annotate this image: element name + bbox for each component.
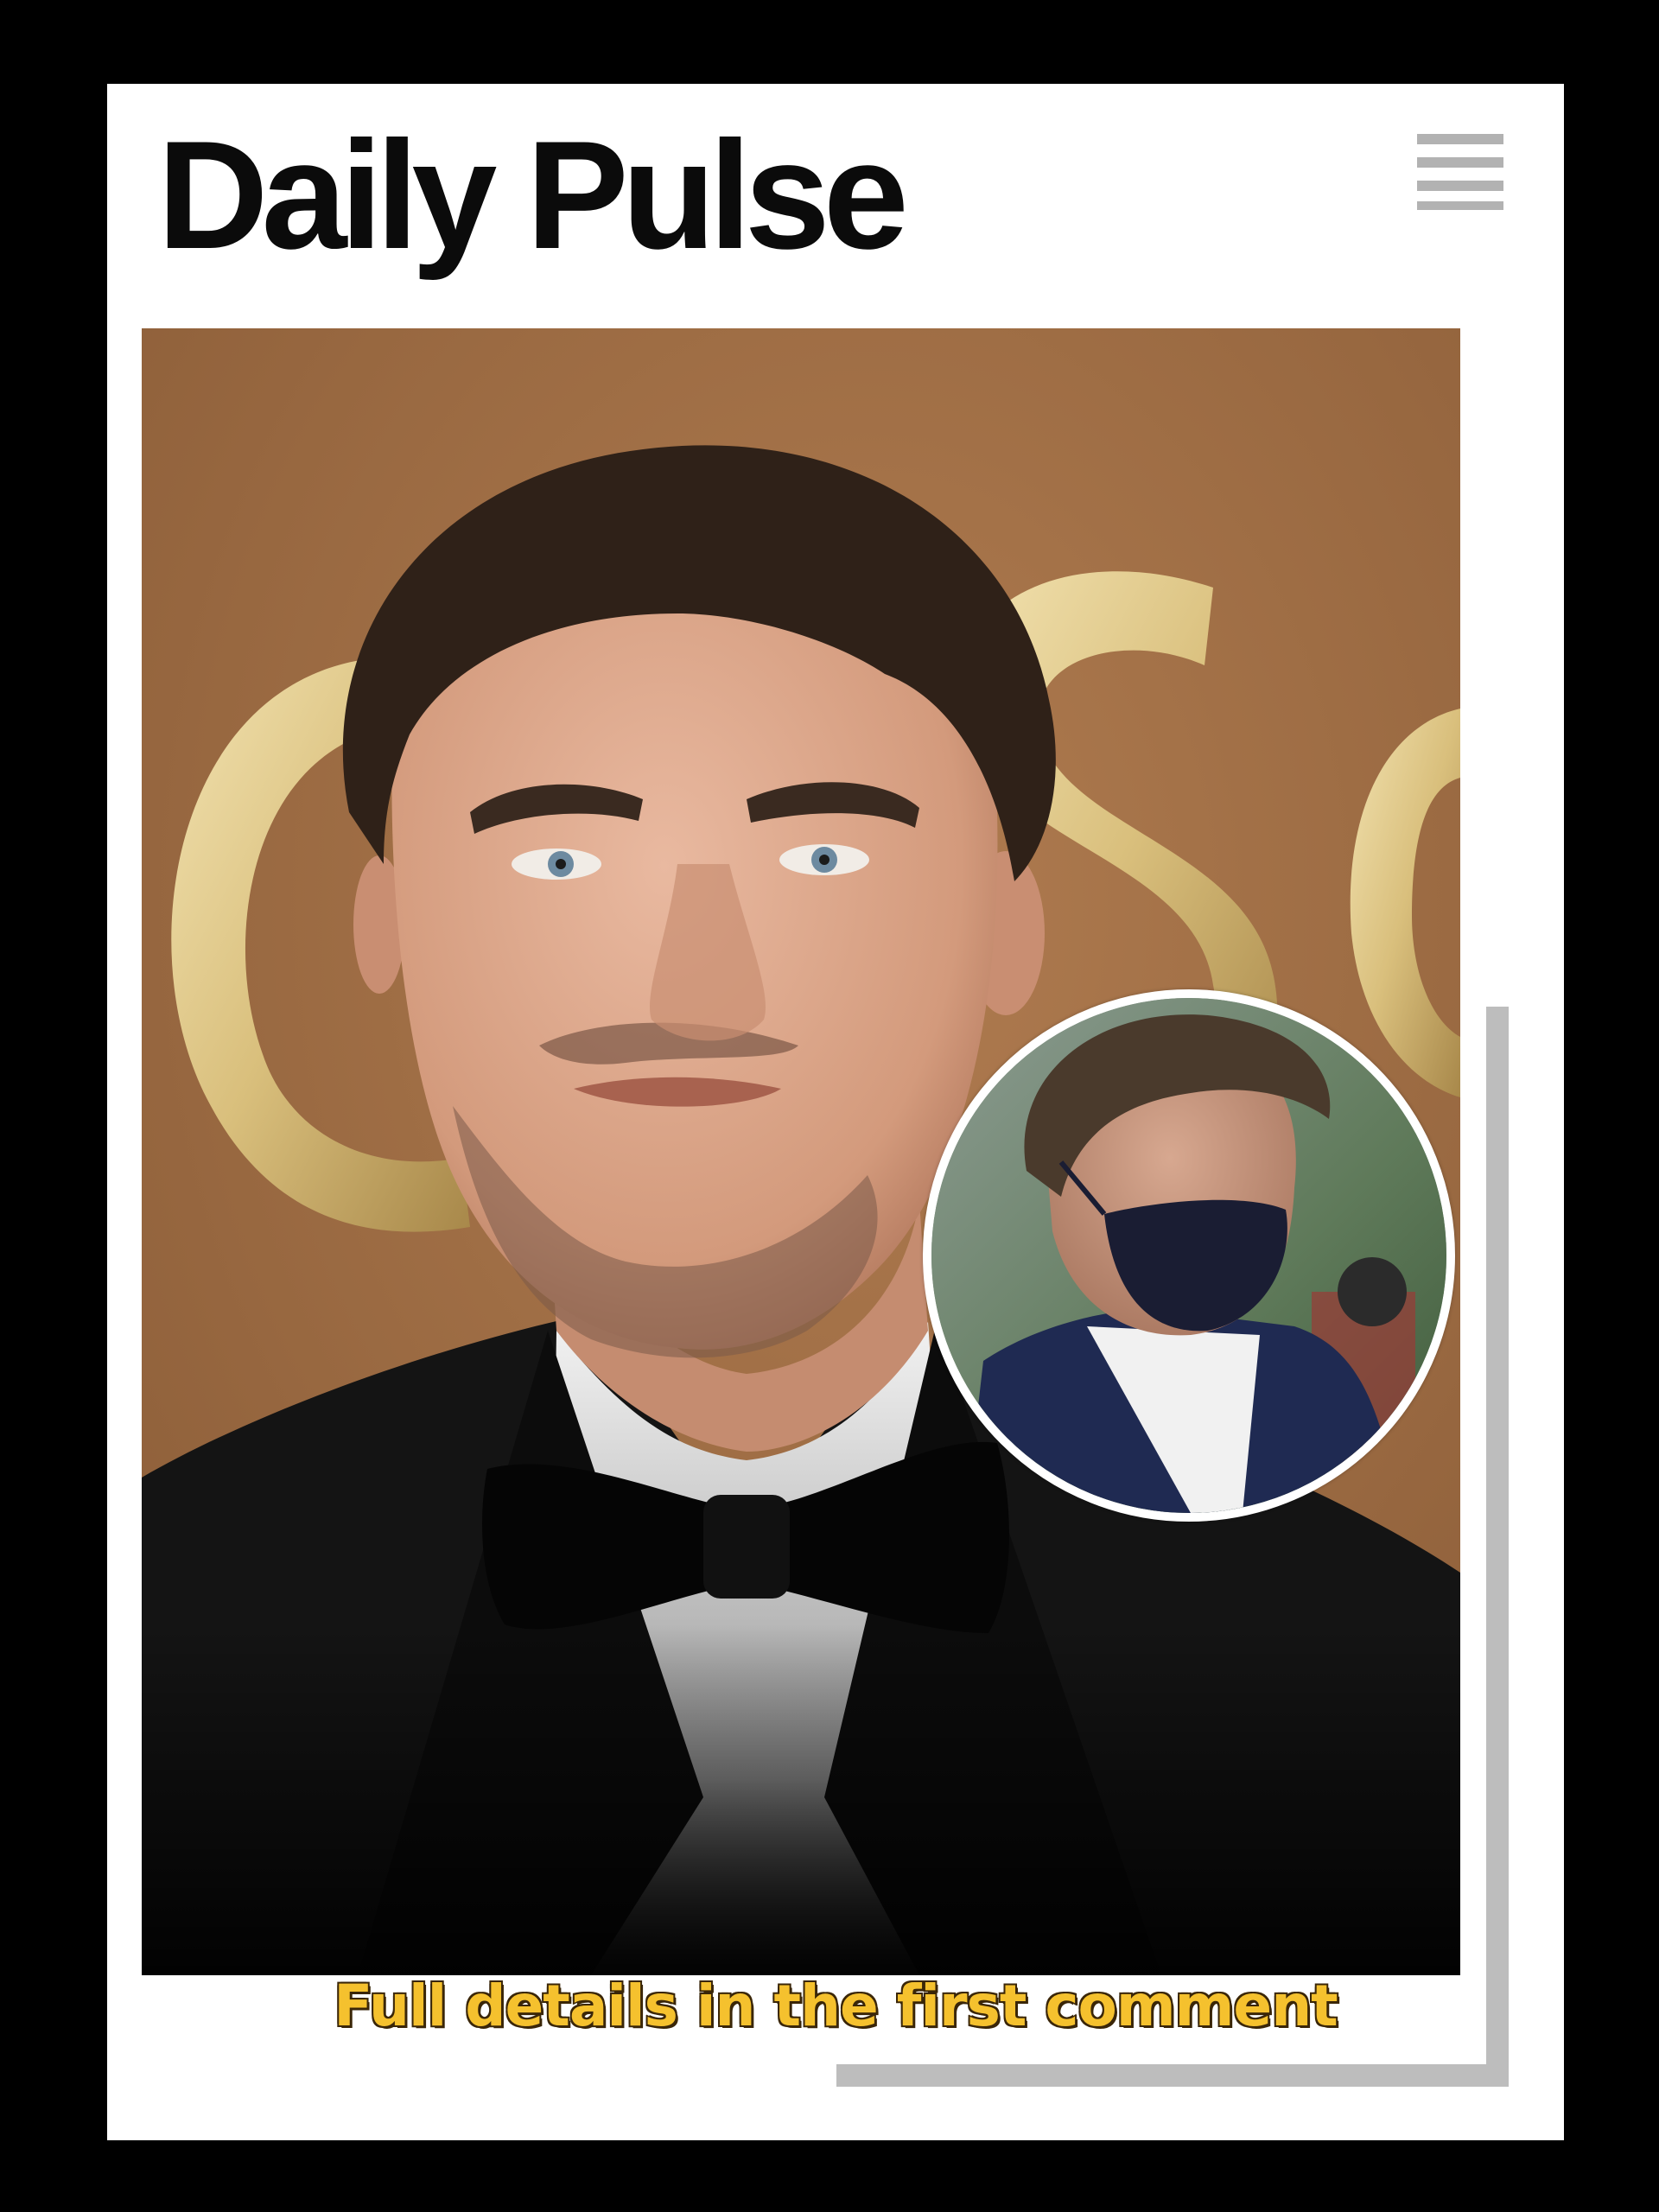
menu-bar-icon xyxy=(1417,201,1503,210)
menu-bar-icon xyxy=(1417,134,1503,144)
post-card: Daily Pulse Full details in the first co… xyxy=(107,84,1564,2140)
inset-photo-illustration xyxy=(931,998,1446,1513)
camera xyxy=(1338,1257,1407,1326)
hamburger-menu-button[interactable] xyxy=(1417,134,1503,212)
inset-photo[interactable] xyxy=(923,989,1455,1522)
first-comment-link[interactable]: Full details in the first comment xyxy=(107,1972,1564,2041)
decorative-frame-vertical xyxy=(1486,1007,1509,2087)
brand-title: Daily Pulse xyxy=(157,109,909,281)
decorative-frame-horizontal xyxy=(836,2064,1509,2087)
menu-bar-icon xyxy=(1417,181,1503,191)
photo-fade xyxy=(142,1624,1460,1975)
menu-bar-icon xyxy=(1417,157,1503,168)
